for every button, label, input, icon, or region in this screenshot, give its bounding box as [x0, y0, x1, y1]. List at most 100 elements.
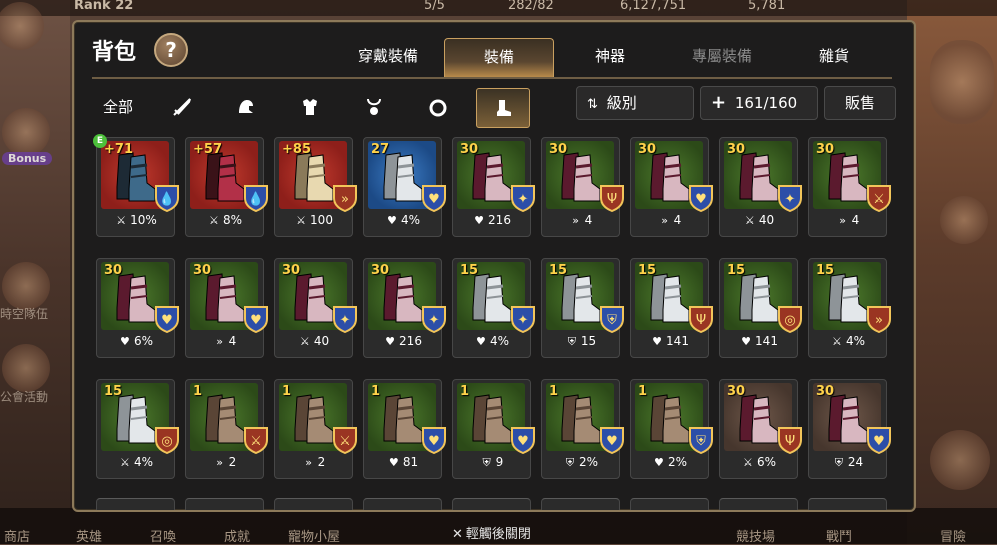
item-slot[interactable]: 1 ⛨ ♥ 2% [630, 379, 713, 479]
item-slot-partial[interactable] [452, 498, 531, 510]
panel-title: 背包 [92, 40, 137, 65]
item-slot[interactable]: 30 ✦ ♥ 216 [452, 137, 535, 237]
item-slot[interactable]: 30 Ψ» 4 [541, 137, 624, 237]
character-avatar-right[interactable] [940, 196, 988, 244]
item-slot[interactable]: 15 ⛨ ⛨ 15 [541, 258, 624, 358]
item-slot[interactable]: 1 ⚔» 2 [185, 379, 268, 479]
boots-icon[interactable] [476, 88, 530, 128]
svg-text:Ψ: Ψ [785, 434, 795, 449]
item-stat-value: 6% [756, 455, 777, 469]
item-slot-partial[interactable] [719, 498, 798, 510]
weapon-icon[interactable] [156, 88, 208, 126]
item-stat: ⚔ 40 [275, 334, 352, 348]
sword-stat-icon: ⚔ [744, 214, 755, 227]
item-slot[interactable]: 1 ♥ ♥ 81 [363, 379, 446, 479]
tab-exclusive-equipment[interactable]: 專屬裝備 [668, 38, 776, 76]
nav-summon[interactable]: 召喚 [150, 526, 176, 545]
tab-misc-items[interactable]: 雜貨 [780, 38, 888, 76]
nav-arena[interactable]: 競技場 [736, 526, 775, 545]
tab-divider [92, 77, 892, 79]
item-slot[interactable]: 30 ♥ ⛨ 24 [808, 379, 891, 479]
svg-text:♥: ♥ [695, 192, 707, 207]
nav-adventure[interactable]: 冒險 [940, 526, 966, 545]
item-slot-partial[interactable] [274, 498, 353, 510]
item-slot[interactable]: 30 ✦ ⚔ 40 [274, 258, 357, 358]
item-slot-partial[interactable] [363, 498, 442, 510]
item-slot-partial[interactable] [96, 498, 175, 510]
item-slot[interactable]: 30 Ψ ⚔ 6% [719, 379, 802, 479]
heart-stat-icon: ♥ [474, 214, 484, 227]
nav-shop[interactable]: 商店 [4, 526, 30, 545]
team-icon[interactable] [2, 262, 50, 310]
helmet-icon[interactable] [220, 88, 272, 126]
nav-heroes[interactable]: 英雄 [76, 526, 102, 545]
tab-artifacts[interactable]: 神器 [556, 38, 664, 76]
set-trident-icon: Ψ [600, 185, 624, 212]
boots-icon [561, 152, 601, 202]
set-arrow-icon: » [867, 306, 891, 333]
item-level: 15 [638, 263, 657, 278]
item-slot[interactable]: 30 ♥ ♥ 6% [96, 258, 179, 358]
sword-stat-icon: ⚔ [832, 335, 842, 348]
item-slot[interactable]: 30 ♥» 4 [630, 137, 713, 237]
sort-dropdown[interactable]: ⇅ 級別 [576, 86, 694, 120]
item-slot-partial[interactable] [185, 498, 264, 510]
item-slot[interactable]: 1 ♥ ⛨ 2% [541, 379, 624, 479]
item-slot-partial[interactable] [541, 498, 620, 510]
tap-to-close-hint[interactable]: ✕ 輕觸後關閉 [452, 523, 531, 542]
help-button[interactable]: ? [154, 33, 188, 67]
item-slot[interactable]: 15 » ⚔ 4% [808, 258, 891, 358]
arrow-stat-icon: » [572, 214, 580, 227]
event-bonus-icon[interactable] [2, 108, 50, 156]
item-slot[interactable]: 15 ✦ ♥ 4% [452, 258, 535, 358]
armor-icon[interactable] [284, 88, 336, 126]
nav-pet-house[interactable]: 寵物小屋 [288, 526, 340, 545]
item-stat: ⛨ 9 [453, 455, 530, 470]
svg-text:♥: ♥ [606, 434, 618, 449]
item-slot[interactable]: 1 ⚔» 2 [274, 379, 357, 479]
item-slot[interactable]: 15 Ψ ♥ 141 [630, 258, 713, 358]
filter-all[interactable]: 全部 [92, 88, 144, 126]
set-sword-icon: ⚔ [244, 427, 268, 454]
necklace-icon[interactable] [348, 88, 400, 126]
sell-button[interactable]: 販售 [824, 86, 896, 120]
item-stat: » 4 [542, 213, 619, 227]
expand-capacity-button[interactable]: + 161/160 [700, 86, 818, 120]
set-target-icon: ◎ [155, 427, 179, 454]
item-slot[interactable]: 30 ⚔» 4 [808, 137, 891, 237]
boots-icon [383, 152, 423, 202]
boots-icon [472, 152, 512, 202]
item-slot[interactable]: 30 ✦ ⚔ 40 [719, 137, 802, 237]
item-slot-partial[interactable] [808, 498, 887, 510]
ring-icon[interactable] [412, 88, 464, 126]
tab-worn-equipment[interactable]: 穿戴裝備 [334, 38, 442, 76]
heart-stat-icon: ♥ [388, 456, 399, 469]
item-slot[interactable]: +71 💧 ⚔ 10% E [93, 134, 179, 237]
item-level: 1 [549, 384, 559, 399]
tab-equipment[interactable]: 裝備 [444, 38, 554, 77]
item-slot-partial[interactable] [630, 498, 709, 510]
item-slot[interactable]: 1 ♥ ⛨ 9 [452, 379, 535, 479]
item-slot[interactable]: 15 ◎ ⚔ 4% [96, 379, 179, 479]
boots-icon [739, 394, 779, 444]
boots-icon [472, 394, 512, 444]
item-level: 30 [193, 263, 212, 278]
item-stat-value: 4 [851, 213, 860, 227]
item-stat-value: 141 [666, 334, 689, 348]
item-slot[interactable]: 15 ◎ ♥ 141 [719, 258, 802, 358]
item-level: +85 [282, 142, 311, 157]
svg-text:◎: ◎ [784, 313, 795, 328]
currency-value: 282/82 [508, 0, 554, 13]
item-slot[interactable]: +85 » ⚔ 100 [274, 137, 357, 237]
item-stat: ♥ 141 [720, 334, 797, 348]
item-slot[interactable]: 27 ♥ ♥ 4% [363, 137, 446, 237]
boots-icon [828, 394, 868, 444]
item-slot[interactable]: +57 💧 ⚔ 8% [185, 137, 268, 237]
adventure-character-icon[interactable] [930, 430, 990, 490]
guild-event-icon[interactable] [2, 344, 50, 392]
nav-battle[interactable]: 戰鬥 [826, 526, 852, 545]
item-slot[interactable]: 30 ✦ ♥ 216 [363, 258, 446, 358]
nav-achievements[interactable]: 成就 [224, 526, 250, 545]
item-slot[interactable]: 30 ♥» 4 [185, 258, 268, 358]
item-stat-value: 100 [310, 213, 333, 227]
